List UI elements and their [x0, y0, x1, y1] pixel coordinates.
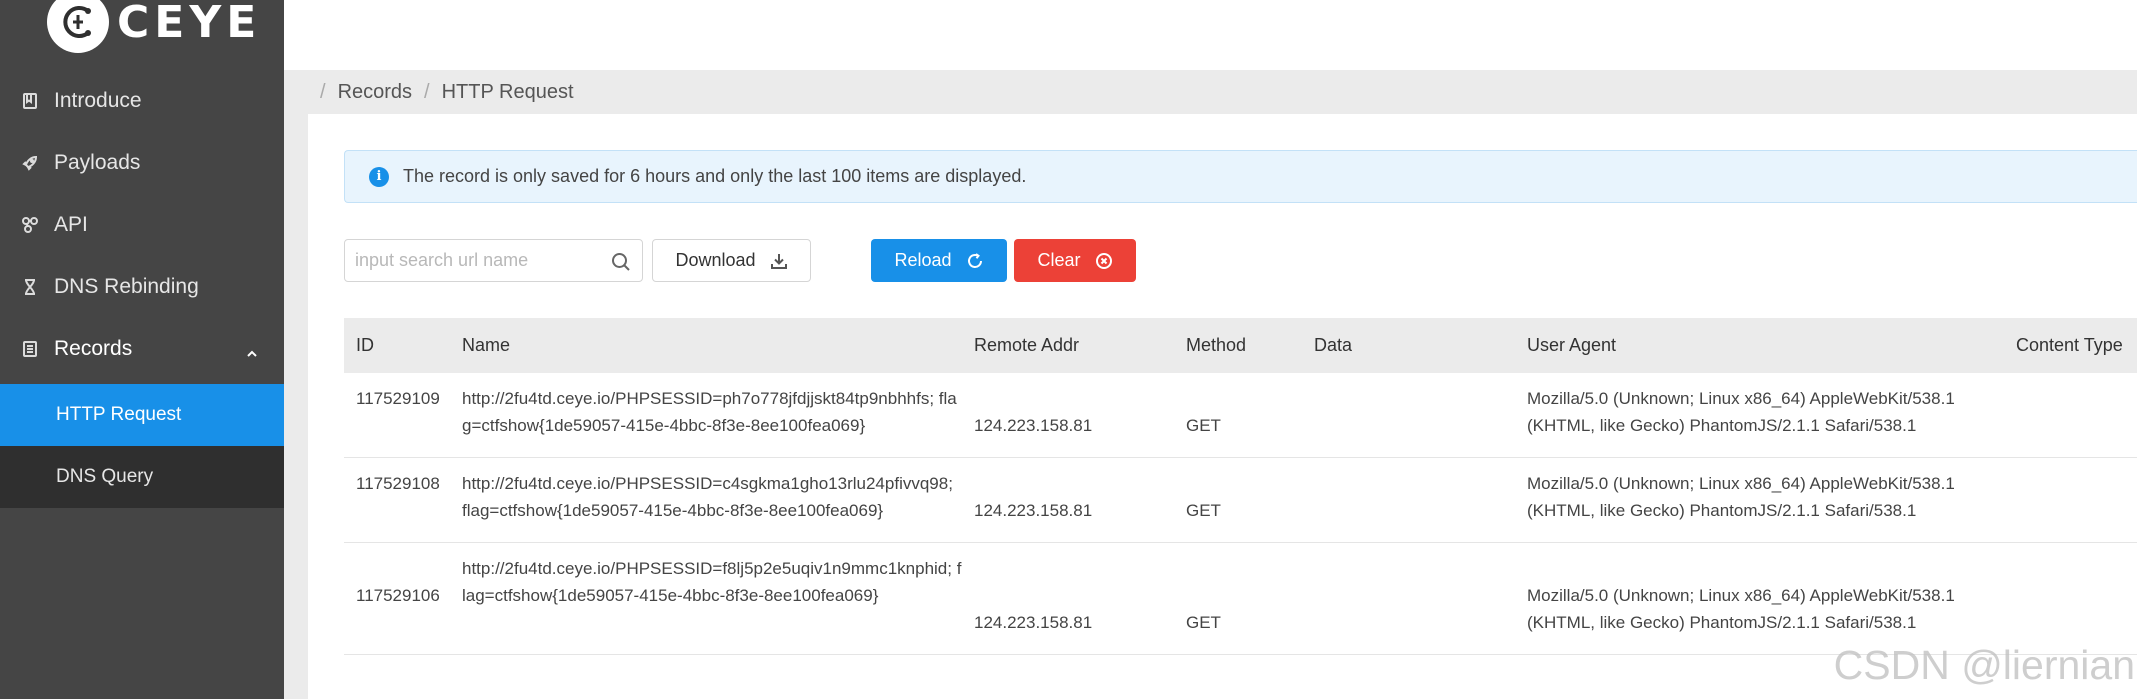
top-header [284, 0, 2137, 70]
cell-name: http://2fu4td.ceye.io/PHPSESSID=f8lj5p2e… [462, 559, 962, 605]
table-row: 117529106 http://2fu4td.ceye.io/PHPSESSI… [344, 543, 2137, 655]
breadcrumb-item-records[interactable]: Records [338, 81, 412, 104]
cell-method: GET [1186, 416, 1221, 435]
sidebar-subitem-label: HTTP Request [56, 404, 182, 425]
sidebar-item-api[interactable]: API [0, 194, 284, 256]
column-header-user-agent: User Agent [1527, 335, 1617, 355]
close-circle-icon [1095, 252, 1112, 269]
cell-id: 117529106 [356, 586, 440, 605]
sidebar-item-dns-rebinding[interactable]: DNS Rebinding [0, 256, 284, 318]
watermark: CSDN @liernian [1833, 642, 2135, 688]
breadcrumb: / Records / HTTP Request [284, 70, 2137, 114]
reload-button-label: Reload [894, 250, 952, 270]
table-row: 117529109 http://2fu4td.ceye.io/PHPSESSI… [344, 373, 2137, 458]
search-icon[interactable] [610, 251, 632, 273]
rocket-icon [20, 153, 40, 173]
info-alert: i The record is only saved for 6 hours a… [344, 150, 2137, 203]
sidebar-subitem-dns-query[interactable]: DNS Query [0, 446, 284, 508]
sidebar: CEYE Introduce Payloads API DNS Rebindin… [0, 0, 284, 699]
refresh-icon [967, 252, 982, 268]
column-header-name: Name [462, 335, 511, 355]
sidebar-item-introduce[interactable]: Introduce [0, 70, 284, 132]
info-icon: i [369, 166, 389, 187]
search-input[interactable] [345, 240, 595, 281]
breadcrumb-item-current: HTTP Request [441, 80, 574, 103]
logo-mark [47, 0, 109, 53]
logo-text: CEYE [117, 0, 262, 48]
column-header-remote-addr: Remote Addr [974, 335, 1080, 355]
cell-name: http://2fu4td.ceye.io/PHPSESSID=ph7o778j… [462, 389, 957, 435]
sidebar-item-label: Records [54, 337, 133, 360]
cell-id: 117529109 [356, 389, 440, 408]
records-table: ID Name Remote Addr Method Data User Age… [344, 318, 2137, 655]
clear-button[interactable]: Clear [1014, 239, 1136, 282]
download-button[interactable]: Download [652, 239, 811, 282]
breadcrumb-separator: / [320, 80, 326, 103]
alert-text: The record is only saved for 6 hours and… [403, 166, 1027, 186]
chevron-up-icon [246, 342, 258, 357]
clear-button-label: Clear [1037, 250, 1081, 270]
ceye-logo-icon [63, 6, 91, 38]
breadcrumb-separator: / [424, 80, 430, 103]
download-button-label: Download [675, 250, 756, 270]
column-header-content-type: Content Type [2016, 335, 2123, 355]
content-gutter [284, 114, 308, 699]
cell-remote-addr: 124.223.158.81 [974, 501, 1093, 520]
column-header-data: Data [1314, 335, 1353, 355]
sidebar-item-payloads[interactable]: Payloads [0, 132, 284, 194]
cell-method: GET [1186, 613, 1221, 632]
sidebar-item-records[interactable]: Records [0, 318, 284, 380]
api-icon [20, 215, 40, 235]
cell-user-agent: Mozilla/5.0 (Unknown; Linux x86_64) Appl… [1527, 389, 1955, 435]
logo[interactable]: CEYE [47, 0, 261, 54]
cell-user-agent: Mozilla/5.0 (Unknown; Linux x86_64) Appl… [1527, 474, 1955, 520]
cell-remote-addr: 124.223.158.81 [974, 613, 1093, 632]
sidebar-item-label: Introduce [54, 89, 142, 112]
download-icon [770, 253, 787, 269]
book-icon [20, 91, 40, 111]
cell-remote-addr: 124.223.158.81 [974, 416, 1093, 435]
sidebar-item-label: API [54, 213, 88, 236]
cell-id: 117529108 [356, 474, 440, 493]
sidebar-subitem-http-request[interactable]: HTTP Request [0, 384, 284, 446]
column-header-id: ID [356, 335, 374, 355]
sidebar-item-label: Payloads [54, 151, 141, 174]
cell-user-agent: Mozilla/5.0 (Unknown; Linux x86_64) Appl… [1527, 586, 1955, 632]
search-box [344, 239, 643, 282]
hourglass-icon [20, 277, 40, 297]
sidebar-subitem-label: DNS Query [56, 466, 154, 487]
cell-name: http://2fu4td.ceye.io/PHPSESSID=c4sgkma1… [462, 474, 953, 520]
reload-button[interactable]: Reload [871, 239, 1007, 282]
sidebar-item-label: DNS Rebinding [54, 275, 199, 298]
cell-method: GET [1186, 501, 1221, 520]
table-header: ID Name Remote Addr Method Data User Age… [344, 318, 2137, 373]
table-row: 117529108 http://2fu4td.ceye.io/PHPSESSI… [344, 458, 2137, 543]
document-icon [20, 339, 40, 359]
column-header-method: Method [1186, 335, 1247, 355]
